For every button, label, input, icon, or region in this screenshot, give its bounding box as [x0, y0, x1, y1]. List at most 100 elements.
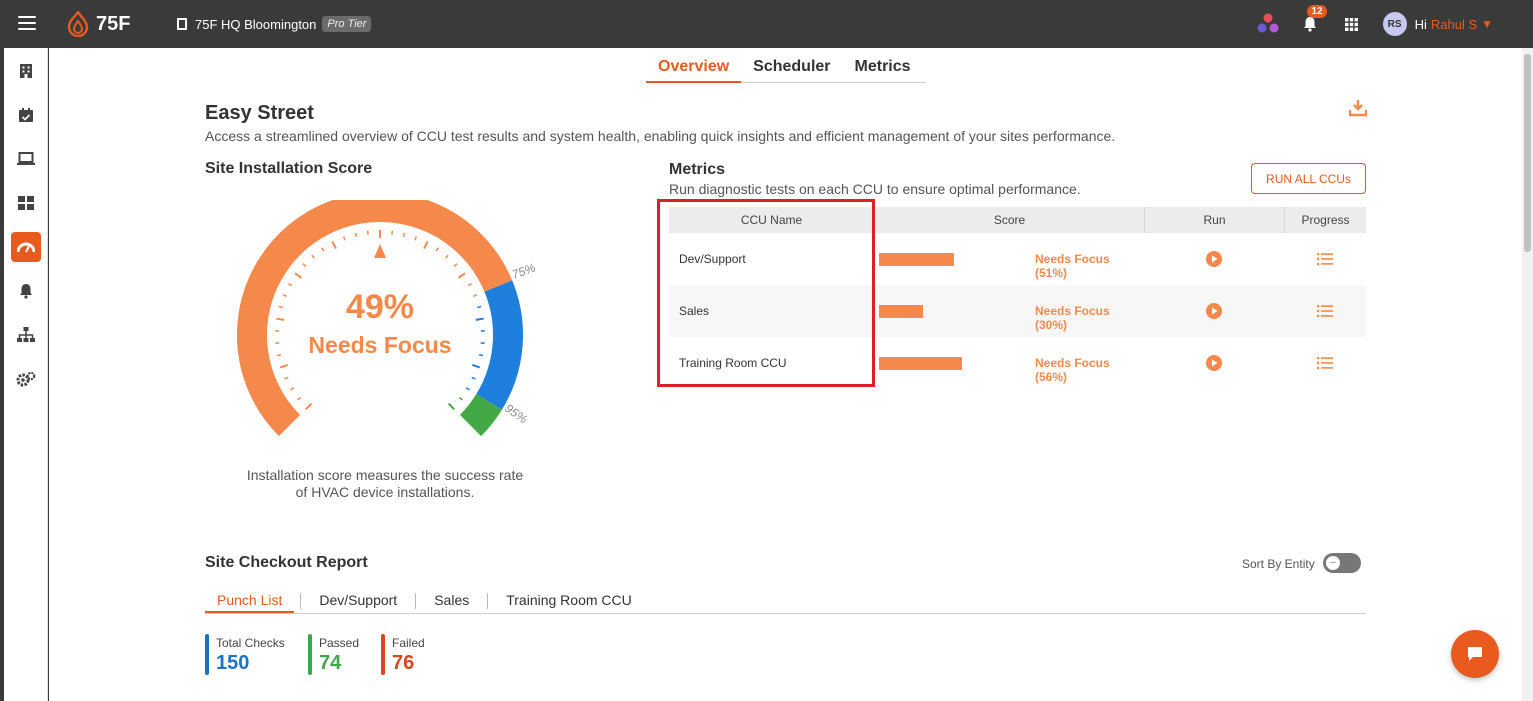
score-cell: Needs Focus (51%) [874, 233, 1144, 285]
vertical-scrollbar[interactable] [1522, 48, 1533, 701]
notification-count-badge: 12 [1307, 5, 1327, 18]
score-bar [879, 253, 955, 266]
building-icon [177, 18, 187, 30]
col-run: Run [1144, 207, 1284, 233]
gauge-label-95: 95% [502, 401, 530, 426]
chat-bubble-icon [1468, 647, 1482, 661]
gauge-tick [445, 254, 449, 259]
gauge-note-line2: of HVAC device installations. [295, 484, 475, 500]
tab-punch-list[interactable]: Punch List [205, 589, 295, 613]
site-name: 75F HQ Bloomington [195, 16, 317, 32]
metrics-title: Metrics [669, 161, 726, 178]
page-description: Access a streamlined overview of CCU tes… [205, 128, 1116, 144]
gauge-tick [305, 402, 313, 410]
gauge-tick [321, 247, 325, 252]
play-icon[interactable] [1206, 251, 1222, 267]
grid-apps-icon[interactable] [1339, 11, 1365, 37]
user-avatar[interactable]: RS [1382, 12, 1407, 36]
logo[interactable]: 75F [66, 11, 130, 37]
progress-cell [1284, 253, 1366, 265]
tier-badge: Pro Tier [322, 16, 372, 32]
stat-label: Total Checks [216, 636, 285, 650]
sidebar [4, 48, 48, 701]
stat-failed: Failed 76 [381, 633, 425, 675]
scrollbar-thumb[interactable] [1524, 54, 1531, 252]
progress-cell [1284, 305, 1366, 317]
gauge-tick [354, 232, 358, 237]
sidebar-speedometer-icon[interactable] [11, 232, 41, 262]
gauge-tick [279, 364, 289, 369]
tab-overview[interactable]: Overview [646, 58, 742, 83]
gauge-score-percent: 49% [345, 288, 415, 326]
gauge-tick [414, 236, 418, 241]
gauge-tick [457, 272, 466, 279]
run-cell [1144, 355, 1284, 371]
sidebar-dashboard-icon[interactable] [11, 188, 41, 218]
user-greeting[interactable]: Hi Rahul S [1415, 17, 1478, 32]
user-name: Rahul S [1430, 16, 1478, 32]
gauge-tick [471, 376, 476, 380]
progress-list-icon[interactable] [1317, 357, 1333, 369]
sidebar-calendar-icon[interactable] [11, 100, 41, 130]
tab-dev-support[interactable]: Dev/Support [307, 589, 409, 613]
progress-list-icon[interactable] [1317, 305, 1333, 317]
gauge-tick [288, 283, 293, 287]
chat-support-button[interactable] [1451, 630, 1499, 678]
play-icon[interactable] [1206, 355, 1222, 371]
chevron-down-icon[interactable]: ▼ [1481, 17, 1493, 31]
run-all-ccus-button[interactable]: RUN ALL CCUs [1251, 163, 1366, 194]
gauge-tick [447, 402, 455, 410]
notifications-bell-icon[interactable]: 12 [1297, 5, 1327, 37]
stat-color-bar [381, 634, 385, 675]
tab-training-room-ccu[interactable]: Training Room CCU [494, 589, 644, 613]
download-icon[interactable] [1348, 99, 1368, 117]
gauge-tick [467, 283, 472, 287]
gauge-label-75: 75% [510, 260, 538, 281]
sidebar-hierarchy-icon[interactable] [11, 320, 41, 350]
col-score: Score [874, 207, 1144, 233]
sidebar-alerts-bell-icon[interactable] [11, 276, 41, 306]
stat-passed: Passed 74 [308, 633, 359, 675]
sidebar-laptop-icon[interactable] [11, 144, 41, 174]
sort-by-entity-label: Sort By Entity [1242, 557, 1315, 571]
gauge-tick [284, 376, 289, 380]
gauge-note: Installation score measures the success … [235, 467, 535, 501]
gauge-tick [331, 240, 337, 250]
checkout-tabs: Punch List Dev/Support Sales Training Ro… [205, 589, 1366, 614]
sort-by-entity-toggle[interactable]: – [1323, 553, 1361, 573]
tab-metrics[interactable]: Metrics [843, 58, 923, 83]
score-bar [879, 357, 962, 370]
top-bar: 75F 75F HQ Bloomington Pro Tier 12 RS Hi… [0, 0, 1533, 48]
score-status: Needs Focus (56%) [1035, 356, 1110, 384]
play-icon[interactable] [1206, 303, 1222, 319]
score-cell: Needs Focus (56%) [874, 337, 1144, 389]
score-status: Needs Focus (30%) [1035, 304, 1110, 332]
tab-divider [415, 593, 417, 609]
apps-hub-icon[interactable] [1255, 11, 1281, 37]
gauge-arc-high [459, 393, 502, 437]
stat-value: 76 [392, 652, 415, 674]
progress-list-icon[interactable] [1317, 253, 1333, 265]
flame-logo-icon [67, 11, 89, 37]
metrics-description: Run diagnostic tests on each CCU to ensu… [669, 181, 1081, 197]
gauge-tick [423, 240, 429, 250]
stat-label: Failed [392, 636, 425, 650]
gauge-tick [311, 254, 315, 259]
hamburger-menu-icon[interactable] [18, 16, 36, 30]
site-selector[interactable]: 75F HQ Bloomington Pro Tier [177, 16, 372, 32]
score-bar [879, 305, 924, 318]
tab-sales[interactable]: Sales [422, 589, 481, 613]
gauge-tick [453, 263, 458, 267]
gauge-tick [458, 396, 463, 401]
gauge-tick [465, 387, 470, 391]
gauge-tick [290, 387, 295, 391]
sidebar-settings-gears-icon[interactable] [11, 364, 41, 394]
toggle-knob: – [1326, 556, 1340, 570]
gauge-tick [302, 263, 307, 267]
tab-scheduler[interactable]: Scheduler [741, 58, 842, 83]
score-cell: Needs Focus (30%) [874, 285, 1144, 337]
checkout-report-title: Site Checkout Report [205, 554, 368, 571]
sidebar-buildings-icon[interactable] [11, 56, 41, 86]
logo-text: 75F [96, 12, 131, 35]
gauge-tick [435, 247, 439, 252]
